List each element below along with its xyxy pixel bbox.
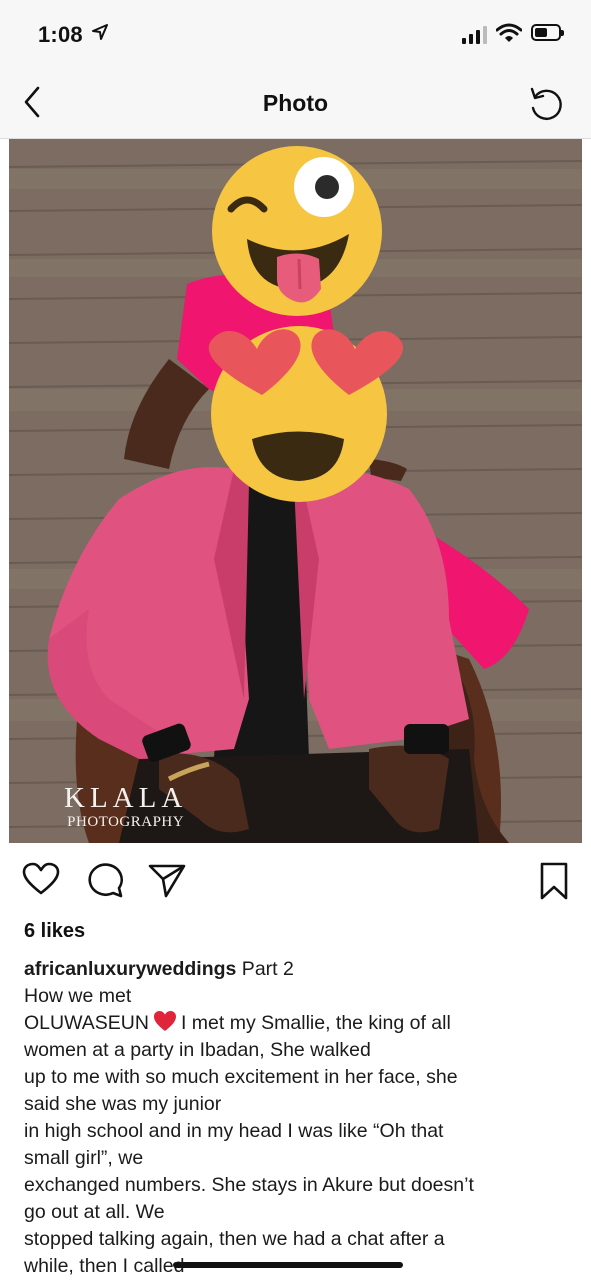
bookmark-icon[interactable] [539, 862, 569, 900]
page-title: Photo [262, 90, 329, 116]
battery-icon [531, 24, 564, 41]
refresh-button[interactable] [526, 84, 566, 124]
caption-line: stopped talking again, then we had a cha… [24, 1228, 445, 1250]
caption-line: in high school and in my head I was like… [24, 1120, 444, 1142]
caption-line: said she was my junior [24, 1093, 222, 1115]
caption-intro: Part 2 [236, 958, 294, 980]
caption-line: How we met [24, 985, 132, 1007]
navigation-bar: Photo [0, 70, 591, 139]
caption-line: women at a party in Ibadan, She walked [24, 1039, 371, 1061]
caption-line: small girl”, we [24, 1147, 144, 1169]
post-caption: africanluxuryweddings Part 2 How we met … [24, 956, 574, 1280]
home-indicator[interactable] [173, 1262, 403, 1268]
photo-illustration [9, 139, 582, 843]
status-bar: 1:08 [0, 0, 591, 70]
winking-face-with-tongue-emoji [212, 146, 382, 316]
caption-line: up to me with so much excitement in her … [24, 1066, 458, 1088]
comment-icon[interactable] [86, 862, 124, 898]
caption-line: go out at all. We [24, 1201, 165, 1223]
caption-line: OLUWASEUN I met my Smallie, the king of … [24, 1011, 451, 1034]
wifi-icon [496, 23, 522, 42]
like-count[interactable]: 6 likes [24, 920, 85, 943]
send-icon[interactable] [148, 862, 186, 898]
red-heart-emoji-icon [153, 1011, 176, 1031]
photographer-watermark: KLALA PHOTOGRAPHY [64, 782, 188, 831]
location-arrow-icon [92, 24, 108, 40]
post-actions [0, 858, 591, 906]
caption-line: exchanged numbers. She stays in Akure bu… [24, 1174, 474, 1196]
heart-outline-icon[interactable] [22, 862, 60, 896]
status-time: 1:08 [38, 22, 83, 47]
post-photo[interactable]: KLALA PHOTOGRAPHY [9, 139, 582, 843]
post-username[interactable]: africanluxuryweddings [24, 958, 236, 980]
cellular-signal-icon [462, 26, 487, 44]
